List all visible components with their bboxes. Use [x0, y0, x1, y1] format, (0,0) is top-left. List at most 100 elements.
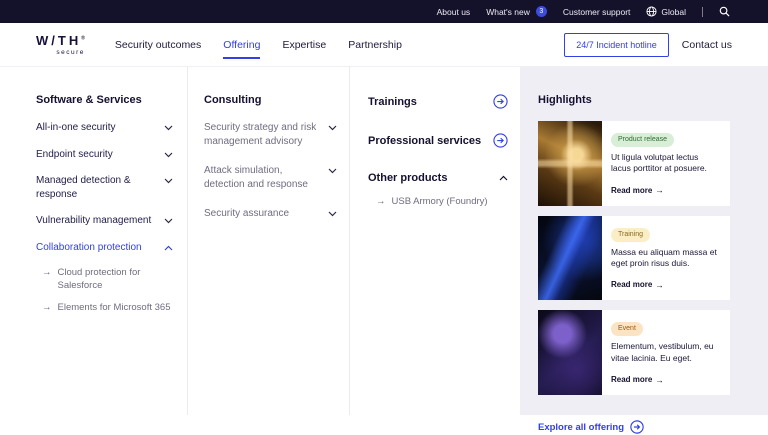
top-utility-bar: About us What's new 3 Customer support G…	[0, 0, 768, 23]
status-badge: Training	[611, 227, 651, 242]
primary-nav: Security outcomes Offering Expertise Par…	[115, 23, 402, 66]
submenu-item-label: Elements for Microsoft 365	[57, 301, 171, 313]
read-more-link[interactable]: Read more →	[611, 280, 664, 290]
consulting-heading: Consulting	[204, 94, 262, 106]
menu-item-label: All-in-one security	[36, 122, 116, 133]
arrow-right-icon: →	[655, 279, 664, 290]
highlights-heading: Highlights	[538, 94, 592, 106]
chevron-down-icon	[164, 178, 173, 184]
software-services-heading: Software & Services	[36, 94, 142, 106]
menu-item-attack-simulation[interactable]: Attack simulation, detection and respons…	[204, 164, 337, 191]
nav-item-security-outcomes[interactable]: Security outcomes	[115, 23, 201, 66]
menu-item-all-in-one-security[interactable]: All-in-one security	[36, 121, 173, 135]
chevron-down-icon	[328, 168, 337, 174]
incident-hotline-button[interactable]: 24/7 Incident hotline	[564, 32, 669, 57]
chevron-up-icon	[164, 245, 173, 250]
read-more-label: Read more	[611, 280, 653, 290]
highlights-panel: Highlights Product release Ut ligula vol…	[520, 67, 768, 434]
professional-services-heading: Professional services	[368, 134, 482, 147]
read-more-link[interactable]: Read more →	[611, 375, 664, 385]
card-body: Training Massa eu aliquam massa et eget …	[602, 216, 730, 301]
submenu-item-usb-armory[interactable]: → USB Armory (Foundry)	[376, 196, 508, 209]
card-body: Event Elementum, vestibulum, eu vitae la…	[602, 310, 730, 395]
menu-item-label: Attack simulation, detection and respons…	[204, 165, 308, 190]
circle-arrow-icon	[630, 420, 644, 434]
consulting-column: Consulting Security strategy and risk ma…	[188, 67, 350, 415]
circle-arrow-icon	[493, 94, 508, 109]
arrow-right-icon: →	[42, 301, 52, 313]
other-products-sublist: → USB Armory (Foundry)	[376, 196, 508, 209]
nav-item-expertise[interactable]: Expertise	[282, 23, 326, 66]
nav-actions: 24/7 Incident hotline Contact us	[564, 23, 732, 66]
whats-new-count-badge: 3	[535, 6, 547, 17]
menu-item-collaboration-protection[interactable]: Collaboration protection	[36, 241, 173, 255]
menu-item-label: Collaboration protection	[36, 241, 142, 253]
menu-item-other-products[interactable]: Other products	[368, 172, 508, 184]
withsecure-logo[interactable]: W/TH® secure	[36, 33, 85, 57]
read-more-link[interactable]: Read more →	[611, 185, 664, 195]
menu-item-label: Endpoint security	[36, 148, 113, 160]
submenu-item-elements-microsoft-365[interactable]: → Elements for Microsoft 365	[42, 302, 173, 315]
circle-arrow-icon	[493, 133, 508, 148]
chevron-up-icon	[499, 175, 508, 181]
card-body: Product release Ut ligula volutpat lectu…	[602, 121, 730, 206]
collaboration-protection-sublist: → Cloud protection for Salesforce → Elem…	[42, 267, 173, 314]
chevron-down-icon	[164, 218, 173, 224]
topbar-link-about-us[interactable]: About us	[437, 7, 471, 17]
offering-mega-menu: Software & Services All-in-one security …	[0, 67, 768, 434]
status-badge: Event	[611, 322, 643, 337]
globe-icon	[646, 6, 657, 17]
submenu-item-label: USB Armory (Foundry)	[391, 196, 488, 207]
services-column: Trainings Professional services Other pr…	[350, 67, 520, 415]
menu-item-label: Security assurance	[204, 208, 290, 219]
card-text: Massa eu aliquam massa et eget proin ris…	[611, 246, 717, 268]
nav-item-partnership[interactable]: Partnership	[348, 23, 402, 66]
menu-item-label: Vulnerability management	[36, 215, 152, 226]
menu-item-trainings[interactable]: Trainings	[368, 94, 508, 109]
page: About us What's new 3 Customer support G…	[0, 0, 768, 434]
menu-item-endpoint-security[interactable]: Endpoint security	[36, 148, 173, 162]
logo-wordmark: W/TH®	[36, 34, 85, 47]
contact-us-link[interactable]: Contact us	[682, 39, 732, 51]
arrow-right-icon: →	[42, 267, 52, 278]
highlight-card-product-release[interactable]: Product release Ut ligula volutpat lectu…	[538, 121, 730, 206]
highlight-card-event[interactable]: Event Elementum, vestibulum, eu vitae la…	[538, 310, 730, 396]
whats-new-label: What's new	[486, 6, 530, 17]
search-icon	[719, 6, 730, 17]
explore-label: Explore all offering	[538, 421, 625, 433]
topbar-link-whats-new[interactable]: What's new 3	[486, 6, 547, 17]
topbar-link-customer-support[interactable]: Customer support	[563, 7, 631, 17]
read-more-label: Read more	[611, 185, 653, 195]
card-thumbnail	[538, 215, 602, 301]
menu-item-security-assurance[interactable]: Security assurance	[204, 207, 337, 221]
logo-registered-mark: ®	[81, 35, 85, 42]
explore-all-offering-link[interactable]: Explore all offering	[538, 420, 644, 434]
region-selector[interactable]: Global	[646, 6, 686, 17]
menu-item-security-strategy-advisory[interactable]: Security strategy and risk management ad…	[204, 121, 337, 148]
menu-item-professional-services[interactable]: Professional services	[368, 133, 508, 148]
trainings-heading: Trainings	[368, 95, 417, 108]
read-more-label: Read more	[611, 375, 653, 385]
arrow-right-icon: →	[376, 196, 386, 207]
chevron-down-icon	[164, 125, 173, 131]
menu-item-vulnerability-management[interactable]: Vulnerability management	[36, 214, 173, 228]
card-text: Ut ligula volutpat lectus lacus porttito…	[611, 151, 707, 174]
card-thumbnail	[538, 310, 602, 396]
chevron-down-icon	[328, 125, 337, 131]
topbar-divider	[702, 6, 703, 17]
highlight-card-training[interactable]: Training Massa eu aliquam massa et eget …	[538, 215, 730, 301]
menu-item-managed-detection-response[interactable]: Managed detection & response	[36, 174, 173, 201]
menu-item-label: Security strategy and risk management ad…	[204, 122, 317, 147]
main-navigation: W/TH® secure Security outcomes Offering …	[0, 23, 768, 67]
software-services-column: Software & Services All-in-one security …	[0, 67, 188, 415]
arrow-right-icon: →	[655, 374, 664, 385]
other-products-heading: Other products	[368, 172, 448, 184]
logo-subtext: secure	[56, 48, 85, 56]
chevron-down-icon	[328, 211, 337, 217]
menu-item-label: Managed detection & response	[36, 175, 131, 200]
submenu-item-cloud-protection-salesforce[interactable]: → Cloud protection for Salesforce	[42, 267, 173, 293]
nav-item-offering[interactable]: Offering	[223, 23, 261, 66]
card-thumbnail	[538, 121, 602, 206]
search-button[interactable]	[719, 6, 730, 17]
status-badge: Product release	[611, 133, 675, 147]
